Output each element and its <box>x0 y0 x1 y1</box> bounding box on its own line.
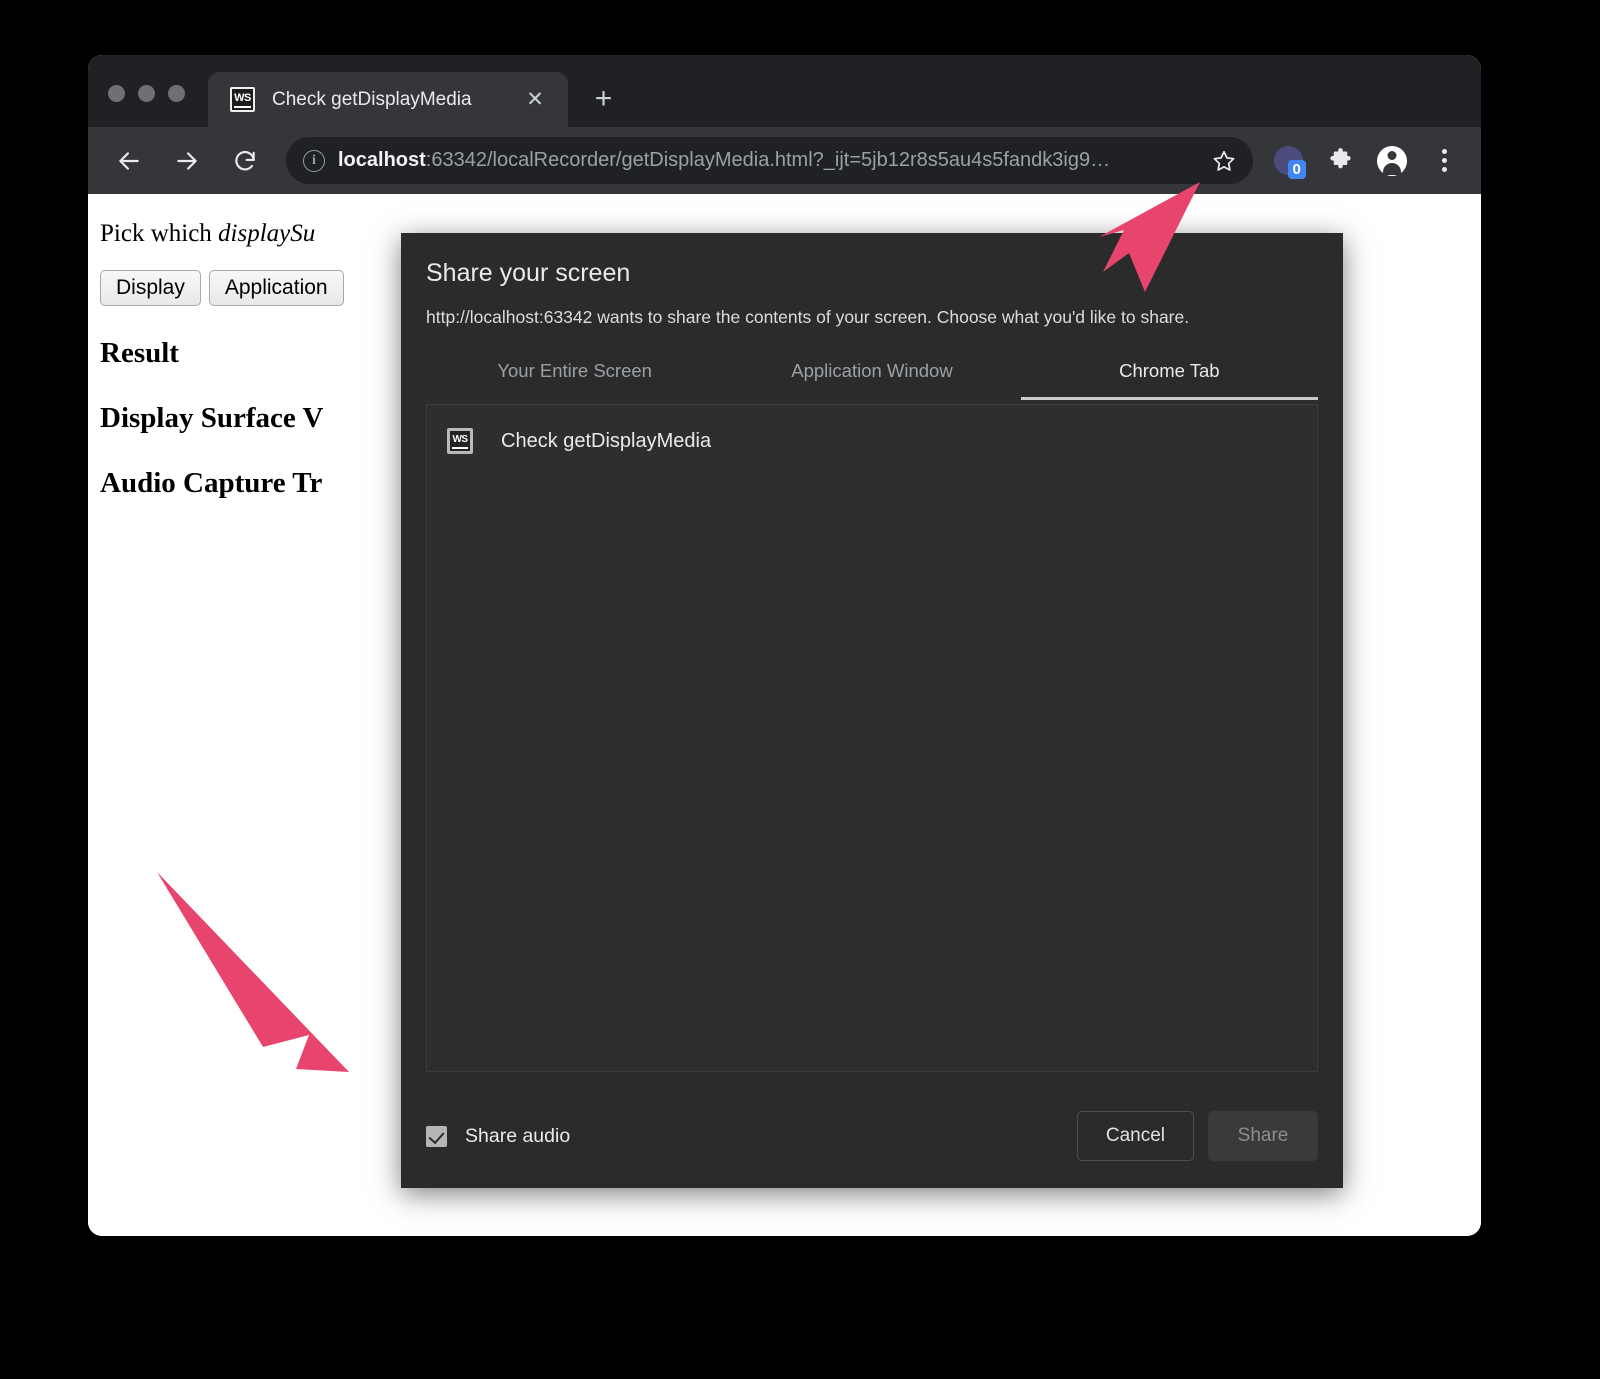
dialog-tabs: Your Entire Screen Application Window Ch… <box>426 351 1319 400</box>
cancel-button[interactable]: Cancel <box>1076 1111 1194 1161</box>
address-bar-url: localhost:63342/localRecorder/getDisplay… <box>338 149 1110 172</box>
display-button[interactable]: Display <box>100 270 201 306</box>
share-audio-label: Share audio <box>465 1124 571 1147</box>
address-bar[interactable]: i localhost:63342/localRecorder/getDispl… <box>286 137 1253 184</box>
profile-badge-icon[interactable]: 0 <box>1267 140 1309 182</box>
browser-toolbar: i localhost:63342/localRecorder/getDispl… <box>88 127 1481 194</box>
dialog-subtitle: http://localhost:63342 wants to share th… <box>426 307 1190 327</box>
maximize-window-button[interactable] <box>168 85 185 102</box>
screenshot-root: WS Check getDisplayMedia ✕ + i localhost… <box>0 0 1600 1379</box>
url-path: :63342/localRecorder/getDisplayMedia.htm… <box>425 149 1111 171</box>
back-icon[interactable] <box>106 138 152 184</box>
share-button[interactable]: Share <box>1208 1111 1318 1161</box>
browser-window: WS Check getDisplayMedia ✕ + i localhost… <box>88 55 1481 1236</box>
browser-tab-strip: WS Check getDisplayMedia ✕ + <box>88 55 1481 127</box>
shareable-tabs-list: WS Check getDisplayMedia <box>426 404 1318 1072</box>
browser-tab-title: Check getDisplayMedia <box>272 88 472 110</box>
dialog-action-buttons: Cancel Share <box>1076 1111 1318 1161</box>
webstorm-favicon-icon: WS <box>447 428 473 454</box>
site-info-icon[interactable]: i <box>303 149 325 172</box>
dialog-footer: Share audio Cancel Share <box>426 1084 1318 1188</box>
application-button[interactable]: Application <box>208 270 344 306</box>
page-intro-prefix: Pick which <box>100 220 219 247</box>
favicon-label: WS <box>234 92 251 104</box>
reload-icon[interactable] <box>222 138 268 184</box>
list-item-label: Check getDisplayMedia <box>501 429 712 452</box>
forward-icon[interactable] <box>164 138 210 184</box>
account-avatar-icon[interactable] <box>1371 140 1413 182</box>
page-intro-italic: displaySu <box>218 220 316 247</box>
profile-badge-count: 0 <box>1287 160 1306 179</box>
close-window-button[interactable] <box>108 85 125 102</box>
tab-chrome-tab[interactable]: Chrome Tab <box>1020 351 1319 400</box>
tab-your-entire-screen[interactable]: Your Entire Screen <box>426 351 723 396</box>
extensions-puzzle-icon[interactable] <box>1319 140 1361 182</box>
bookmark-star-icon[interactable] <box>1209 146 1239 176</box>
favicon-label: WS <box>452 434 468 445</box>
webstorm-favicon-icon: WS <box>230 87 255 112</box>
new-tab-button[interactable]: + <box>585 80 622 117</box>
close-tab-icon[interactable]: ✕ <box>522 87 548 113</box>
window-traffic-lights <box>108 85 185 102</box>
browser-tab-active[interactable]: WS Check getDisplayMedia ✕ <box>208 72 568 127</box>
share-audio-checkbox[interactable] <box>426 1125 447 1147</box>
list-item[interactable]: WS Check getDisplayMedia <box>427 419 1317 463</box>
chrome-menu-icon[interactable] <box>1423 140 1465 182</box>
share-audio-control[interactable]: Share audio <box>426 1125 570 1148</box>
url-host: localhost <box>338 149 426 171</box>
minimize-window-button[interactable] <box>138 85 155 102</box>
share-screen-dialog: Share your screen http://localhost:63342… <box>401 233 1343 1188</box>
tab-application-window[interactable]: Application Window <box>723 351 1020 396</box>
dialog-title: Share your screen <box>426 259 631 287</box>
